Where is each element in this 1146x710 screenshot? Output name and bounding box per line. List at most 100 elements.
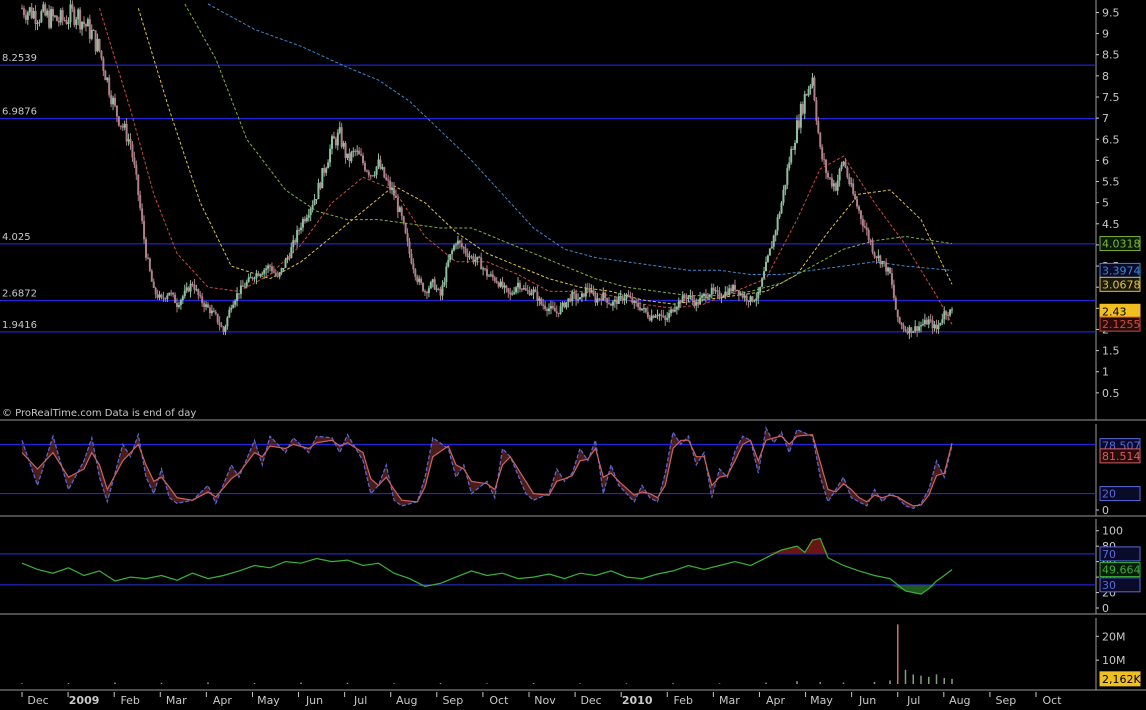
candle-body [931, 320, 934, 329]
value-tag-text: 3.3974 [1102, 264, 1141, 277]
candle-body [782, 189, 785, 203]
candle-body [305, 217, 308, 222]
candle-body [176, 303, 178, 307]
candle-body [639, 307, 642, 311]
candle-body [861, 218, 864, 227]
candle-body [538, 298, 541, 301]
candle-body [455, 244, 457, 246]
candle-body [269, 265, 271, 267]
candle-body [573, 292, 576, 294]
candle-body [394, 195, 397, 198]
candle-body [904, 329, 907, 331]
x-tick-label: Sep [996, 694, 1017, 707]
candle-body [927, 319, 930, 325]
candle-body [67, 22, 70, 24]
candle-body [298, 229, 301, 231]
candle-body [730, 288, 733, 292]
y-tick-label: 5.5 [1102, 176, 1120, 189]
candle-body [873, 252, 876, 257]
candle-body [889, 267, 891, 274]
candle-body [336, 132, 339, 146]
candle-body [125, 123, 128, 142]
candle-body [544, 305, 547, 309]
candle-body [84, 24, 87, 27]
candle-body [439, 289, 442, 296]
candle-body [534, 289, 537, 292]
candle-body [623, 298, 626, 301]
candle-body [121, 125, 124, 128]
candle-body [664, 316, 667, 320]
x-tick-label: Dec [27, 694, 48, 707]
candle-body [158, 294, 161, 298]
candle-body [197, 289, 200, 295]
candle-body [373, 174, 376, 176]
candle-body [344, 142, 347, 158]
candle-body [805, 94, 808, 96]
candle-body [551, 306, 554, 309]
candle-body [280, 268, 283, 273]
candle-body [146, 257, 149, 259]
candle-body [503, 285, 506, 288]
candle-body [241, 285, 244, 287]
candle-body [701, 295, 704, 298]
candle-body [226, 317, 229, 327]
candle-body [30, 7, 33, 19]
y-tick-label: 1.5 [1102, 345, 1120, 358]
candle-body [751, 296, 754, 302]
candle-body [389, 180, 392, 190]
candle-body [567, 298, 570, 302]
candle-body [858, 206, 860, 211]
candle-body [735, 289, 738, 291]
y-tick-label: 0.5 [1102, 387, 1120, 400]
candle-body [352, 150, 355, 153]
candle-body [869, 239, 872, 242]
candle-body [185, 287, 188, 291]
candle-body [594, 294, 597, 303]
candle-body [480, 257, 483, 270]
y-tick-label: 0 [1102, 504, 1109, 517]
candle-body [728, 288, 731, 296]
candle-body [75, 19, 78, 25]
candle-body [247, 277, 250, 282]
candle-body [21, 8, 23, 10]
candle-body [693, 300, 696, 306]
candle-body [710, 287, 713, 295]
candle-body [549, 306, 552, 309]
candle-body [437, 288, 440, 290]
candle-body [319, 182, 322, 189]
candle-body [348, 153, 351, 162]
candle-body [675, 307, 678, 310]
candle-body [73, 8, 76, 25]
y-tick-label: 8 [1102, 70, 1109, 83]
candle-body [429, 282, 432, 289]
candle-body [284, 259, 287, 268]
y-tick-label: 5 [1102, 197, 1109, 210]
candle-body [150, 270, 153, 282]
candle-body [856, 199, 859, 207]
candle-body [24, 15, 27, 20]
candle-body [786, 168, 789, 185]
candle-body [253, 278, 256, 280]
candle-body [96, 38, 99, 52]
candle-body [613, 299, 616, 302]
candle-body [718, 291, 721, 299]
candle-body [720, 297, 723, 299]
y-tick-label: 6.5 [1102, 133, 1120, 146]
candle-body [794, 142, 797, 150]
candle-body [825, 159, 828, 173]
candle-body [900, 322, 903, 326]
candle-body [317, 182, 320, 200]
candle-body [522, 288, 525, 290]
candle-body [689, 295, 692, 297]
candle-body [88, 19, 91, 39]
candle-body [234, 300, 237, 305]
x-tick-label: Feb [120, 694, 139, 707]
candle-body [732, 285, 735, 292]
candle-body [741, 293, 744, 298]
candle-body [365, 170, 368, 172]
candle-body [267, 265, 270, 269]
candle-body [170, 292, 173, 294]
candle-body [288, 257, 291, 259]
candle-body [493, 277, 496, 281]
value-tag-text: 2,162K [1102, 673, 1141, 686]
